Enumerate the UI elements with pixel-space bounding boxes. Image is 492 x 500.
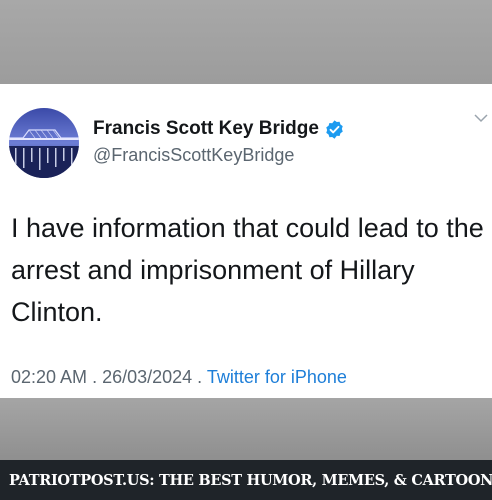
- footer-banner: PATRIOTPOST.US: THE BEST HUMOR, MEMES, &…: [0, 460, 492, 500]
- name-row: Francis Scott Key Bridge: [93, 118, 345, 140]
- tweet-text: I have information that could lead to th…: [11, 213, 484, 327]
- handle[interactable]: @FrancisScottKeyBridge: [93, 145, 294, 166]
- meta-separator: .: [192, 367, 207, 387]
- display-name[interactable]: Francis Scott Key Bridge: [93, 118, 319, 140]
- avatar[interactable]: [9, 108, 79, 178]
- chevron-down-icon[interactable]: [474, 113, 488, 123]
- tweet-time: 02:20 AM: [11, 367, 88, 387]
- background-bottom: [0, 398, 492, 460]
- meta-separator: .: [87, 367, 103, 387]
- bridge-night-image: [9, 108, 79, 178]
- tweet-meta: 02:20 AM . 26/03/2024 . Twitter for iPho…: [11, 367, 347, 388]
- tweet-source-link[interactable]: Twitter for iPhone: [207, 367, 347, 387]
- background-top: [0, 0, 492, 84]
- footer-text[interactable]: PATRIOTPOST.US: THE BEST HUMOR, MEMES, &…: [9, 472, 492, 489]
- verified-badge-icon: [326, 119, 343, 139]
- tweet-card: Francis Scott Key Bridge @FrancisScottKe…: [0, 84, 492, 398]
- tweet-date: 26/03/2024: [102, 367, 193, 387]
